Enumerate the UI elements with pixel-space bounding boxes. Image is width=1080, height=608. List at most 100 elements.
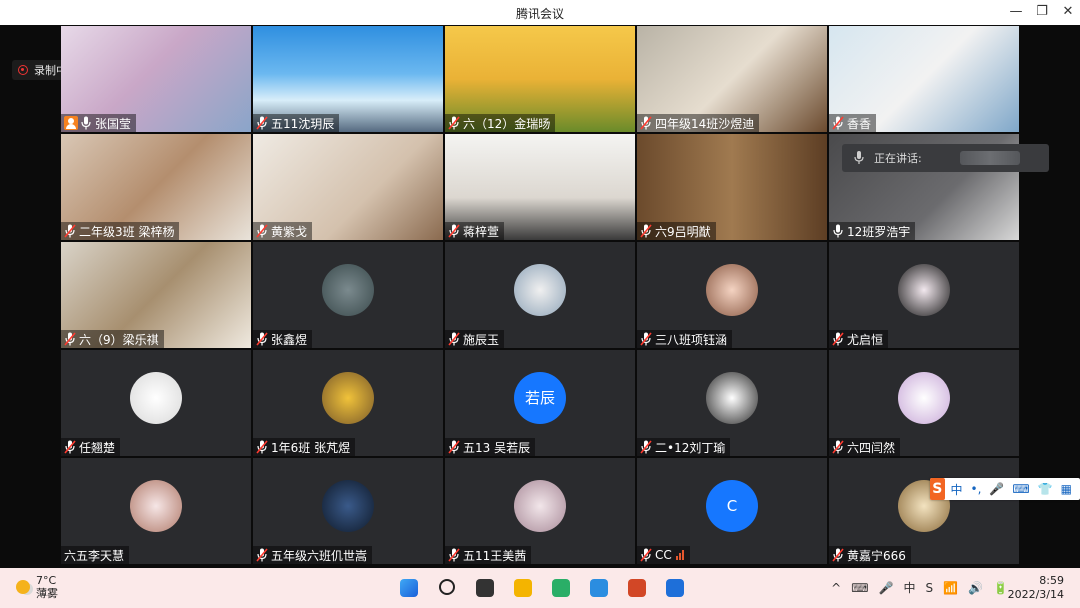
- participant-tile[interactable]: 六五李天慧: [61, 458, 251, 564]
- mic-muted-icon: [256, 440, 268, 454]
- participant-name: 施辰玉: [463, 332, 500, 347]
- participant-tile[interactable]: 任翘楚: [61, 350, 251, 456]
- participant-name-bar: 1年6班 张芃煜: [253, 438, 356, 456]
- participant-tile[interactable]: 五11沈玥辰: [253, 26, 443, 132]
- powerpoint-icon[interactable]: [623, 574, 651, 602]
- participant-tile[interactable]: 若辰 五13 吴若辰: [445, 350, 635, 456]
- participant-name-bar: 六四闫然: [829, 438, 901, 456]
- participant-name-bar: 六五李天慧: [61, 546, 130, 564]
- participant-tile[interactable]: 施辰玉: [445, 242, 635, 348]
- taskbar-clock[interactable]: 8:59 2022/3/14: [1008, 574, 1064, 602]
- participant-name-bar: 12班罗浩宇: [829, 222, 916, 240]
- start-icon[interactable]: [395, 574, 423, 602]
- participant-name: 六五李天慧: [64, 548, 125, 563]
- mic-muted-icon: [256, 548, 268, 562]
- restore-button[interactable]: ❐: [1030, 2, 1054, 22]
- participant-avatar: [322, 371, 374, 424]
- participant-tile[interactable]: 六四闫然: [829, 350, 1019, 456]
- show-hidden-icons-button[interactable]: ^: [831, 581, 841, 595]
- participant-name: 尤启恒: [847, 332, 884, 347]
- weather-description: 薄雾: [36, 587, 58, 600]
- participant-name-bar: CC: [637, 546, 690, 564]
- participant-tile[interactable]: 二•12刘丁瑜: [637, 350, 827, 456]
- participant-name: 五11沈玥辰: [271, 116, 335, 131]
- participant-avatar: [706, 371, 758, 424]
- input-language-icon[interactable]: 中: [904, 579, 916, 596]
- participant-tile[interactable]: 五年级六班仉世嵩: [253, 458, 443, 564]
- participant-name: 12班罗浩宇: [847, 224, 911, 239]
- participant-name: 二•12刘丁瑜: [655, 440, 726, 455]
- mic-icon: [854, 151, 864, 164]
- participant-name: 六9吕明猷: [655, 224, 711, 239]
- ime-toolbar[interactable]: S 中 •, 🎤 ⌨ 👕 ▦: [930, 478, 1080, 500]
- mic-muted-icon: [448, 116, 460, 130]
- participant-tile[interactable]: 1年6班 张芃煜: [253, 350, 443, 456]
- participant-name: 黄紫戈: [271, 224, 308, 239]
- wechat-icon[interactable]: [547, 574, 575, 602]
- mic-icon: [833, 224, 843, 238]
- sogou-tray-icon[interactable]: S: [926, 581, 934, 595]
- ime-voice-icon[interactable]: 🎤: [989, 482, 1004, 496]
- participant-avatar: [514, 479, 566, 532]
- participant-tile[interactable]: 六9吕明猷: [637, 134, 827, 240]
- participant-name: 任翘楚: [79, 440, 116, 455]
- participant-tile[interactable]: 张鑫煜: [253, 242, 443, 348]
- participant-tile[interactable]: 张国莹: [61, 26, 251, 132]
- mic-muted-icon: [448, 224, 460, 238]
- weather-widget[interactable]: 7°C 薄雾: [16, 574, 58, 600]
- participant-avatar: [130, 479, 182, 532]
- participant-tile[interactable]: 黄紫戈: [253, 134, 443, 240]
- ime-punct-toggle[interactable]: •,: [971, 482, 982, 496]
- participant-tile[interactable]: 六（12）金瑞旸: [445, 26, 635, 132]
- participant-name-bar: 香香: [829, 114, 877, 132]
- battery-icon[interactable]: 🔋: [993, 581, 1008, 595]
- minimize-button[interactable]: —: [1004, 2, 1028, 22]
- speaker-name-redacted: [960, 151, 1020, 165]
- participant-name-bar: 蒋梓萱: [445, 222, 505, 240]
- participant-name-bar: 六（9）梁乐祺: [61, 330, 164, 348]
- participant-name: 二年级3班 梁梓杨: [79, 224, 175, 239]
- participant-tile[interactable]: 香香: [829, 26, 1019, 132]
- participant-name-bar: 三八班项钰涵: [637, 330, 733, 348]
- mic-muted-icon: [832, 440, 844, 454]
- window-titlebar: 腾讯会议 — ❐ ✕: [0, 0, 1080, 25]
- participant-tile[interactable]: 黄嘉宁666: [829, 458, 1019, 564]
- microphone-icon[interactable]: 🎤: [879, 581, 894, 595]
- mic-muted-icon: [256, 332, 268, 346]
- keyboard-icon[interactable]: ⌨: [851, 581, 868, 595]
- volume-icon[interactable]: 🔊: [968, 581, 983, 595]
- wifi-icon[interactable]: 📶: [943, 581, 958, 595]
- ime-lang-toggle[interactable]: 中: [951, 481, 963, 498]
- participant-tile[interactable]: C CC: [637, 458, 827, 564]
- participant-tile[interactable]: 五11王美茜: [445, 458, 635, 564]
- file-explorer-icon[interactable]: [509, 574, 537, 602]
- record-icon: [18, 65, 28, 75]
- mic-muted-icon: [64, 440, 76, 454]
- sogou-browser-icon[interactable]: [585, 574, 613, 602]
- participant-tile[interactable]: 蒋梓萱: [445, 134, 635, 240]
- participant-name: 五13 吴若辰: [463, 440, 531, 455]
- mic-muted-icon: [640, 332, 652, 346]
- participant-name-bar: 黄嘉宁666: [829, 546, 911, 564]
- participant-tile[interactable]: 六（9）梁乐祺: [61, 242, 251, 348]
- participant-name-bar: 五11王美茜: [445, 546, 532, 564]
- search-icon[interactable]: [433, 574, 461, 602]
- ime-skin-icon[interactable]: 👕: [1038, 482, 1053, 496]
- participant-tile[interactable]: 二年级3班 梁梓杨: [61, 134, 251, 240]
- sogou-ime-icon[interactable]: S: [930, 478, 945, 500]
- poor-network-icon: [675, 550, 685, 560]
- ime-toolbox-icon[interactable]: ▦: [1061, 482, 1072, 496]
- participant-tile[interactable]: 四年级14班沙煜迪: [637, 26, 827, 132]
- participant-tile[interactable]: 尤启恒: [829, 242, 1019, 348]
- ime-keyboard-icon[interactable]: ⌨: [1012, 482, 1029, 496]
- task-view-icon[interactable]: [471, 574, 499, 602]
- mic-muted-icon: [832, 332, 844, 346]
- system-tray: ^ ⌨ 🎤 中 S 📶 🔊 🔋: [821, 579, 1008, 596]
- tencent-meeting-icon[interactable]: [661, 574, 689, 602]
- participant-tile[interactable]: 三八班项钰涵: [637, 242, 827, 348]
- participant-avatar: [898, 371, 950, 424]
- window-title: 腾讯会议: [515, 7, 564, 21]
- participant-name: 六（9）梁乐祺: [79, 332, 159, 347]
- participant-name-bar: 五13 吴若辰: [445, 438, 536, 456]
- close-button[interactable]: ✕: [1056, 2, 1080, 22]
